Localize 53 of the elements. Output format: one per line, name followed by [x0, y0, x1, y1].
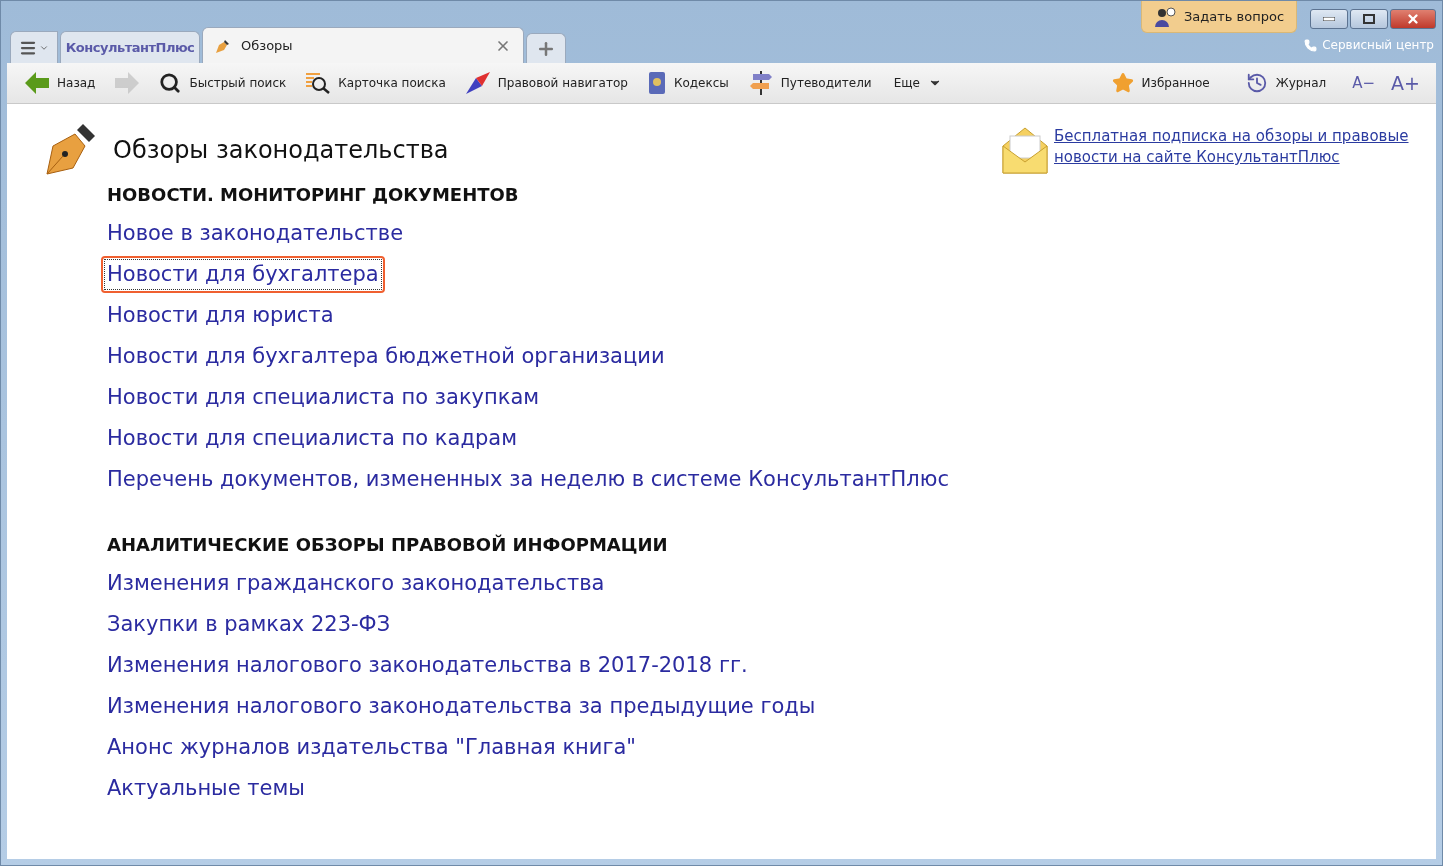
maximize-button[interactable] — [1350, 9, 1388, 29]
review-link[interactable]: Изменения гражданского законодательства — [101, 565, 611, 602]
section-heading: НОВОСТИ. МОНИТОРИНГ ДОКУМЕНТОВ — [107, 184, 520, 205]
guides-button[interactable]: Путеводители — [738, 67, 882, 99]
review-link[interactable]: Изменения налогового законодательства в 2017-2018 гг. — [101, 647, 754, 684]
book-icon — [647, 71, 666, 95]
close-icon — [1406, 12, 1420, 26]
more-button[interactable]: Еще — [881, 67, 954, 99]
favorites-button[interactable]: Избранное — [1093, 67, 1228, 99]
maximize-icon — [1363, 14, 1375, 24]
signpost-icon — [748, 71, 773, 95]
star-icon — [1111, 72, 1134, 94]
review-link[interactable]: Новое в законодательстве — [101, 215, 410, 252]
review-link[interactable]: Новости для юриста — [101, 297, 340, 334]
history-button[interactable]: Журнал — [1227, 67, 1345, 99]
search-button[interactable]: Быстрый поиск — [149, 67, 297, 99]
pen-nib-icon — [45, 124, 95, 176]
codes-button[interactable]: Кодексы — [637, 67, 739, 99]
review-link[interactable]: Изменения налогового законодательства за предыдущие годы — [101, 688, 822, 725]
review-link[interactable]: Новости для бухгалтера — [101, 256, 385, 293]
navigator-button[interactable]: Правовой навигатор — [455, 67, 638, 99]
section-heading: АНАЛИТИЧЕСКИЕ ОБЗОРЫ ПРАВОВОЙ ИНФОРМАЦИИ — [107, 534, 669, 555]
minimize-button[interactable] — [1310, 9, 1348, 29]
subscription-link[interactable]: Бесплатная подписка на обзоры и правовые новости на сайте КонсультантПлюс — [1054, 126, 1414, 168]
review-link[interactable]: Анонс журналов издательства "Главная книга" — [101, 729, 642, 766]
brand-tab[interactable]: КонсультантПлюс — [60, 31, 200, 63]
menu-button[interactable] — [10, 31, 58, 63]
review-link[interactable]: Закупки в рамках 223-ФЗ — [101, 606, 397, 643]
ask-question-button[interactable]: Задать вопрос — [1141, 1, 1298, 33]
card-button[interactable]: Карточка поиска — [296, 67, 456, 99]
review-link[interactable]: Новости для бухгалтера бюджетной организации — [101, 338, 671, 375]
envelope-icon — [1002, 126, 1048, 174]
new-tab-button[interactable] — [526, 33, 566, 63]
back-button[interactable]: Назад — [15, 67, 106, 99]
font-smaller-button[interactable]: A− — [1344, 67, 1384, 99]
right-arrow-icon — [115, 72, 140, 94]
compass-arrow-icon — [465, 72, 490, 94]
person-question-icon — [1154, 6, 1176, 27]
page-tab[interactable]: Обзоры — [202, 27, 524, 63]
close-button[interactable] — [1390, 9, 1436, 29]
review-link[interactable]: Новости для специалиста по кадрам — [101, 420, 523, 457]
review-link[interactable]: Актуальные темы — [101, 770, 311, 807]
page-title: Обзоры законодательства — [113, 136, 449, 164]
review-link[interactable]: Перечень документов, измененных за неделю в системе КонсультантПлюс — [101, 461, 955, 498]
minimize-icon — [1323, 17, 1335, 21]
review-link[interactable]: Новости для специалиста по закупкам — [101, 379, 546, 416]
phone-icon — [1304, 38, 1318, 52]
search-icon — [159, 72, 182, 94]
pen-nib-icon — [215, 37, 231, 54]
left-arrow-icon — [25, 72, 49, 94]
list-search-icon — [306, 72, 331, 94]
font-larger-button[interactable]: A+ — [1383, 67, 1428, 99]
history-icon — [1245, 72, 1268, 94]
